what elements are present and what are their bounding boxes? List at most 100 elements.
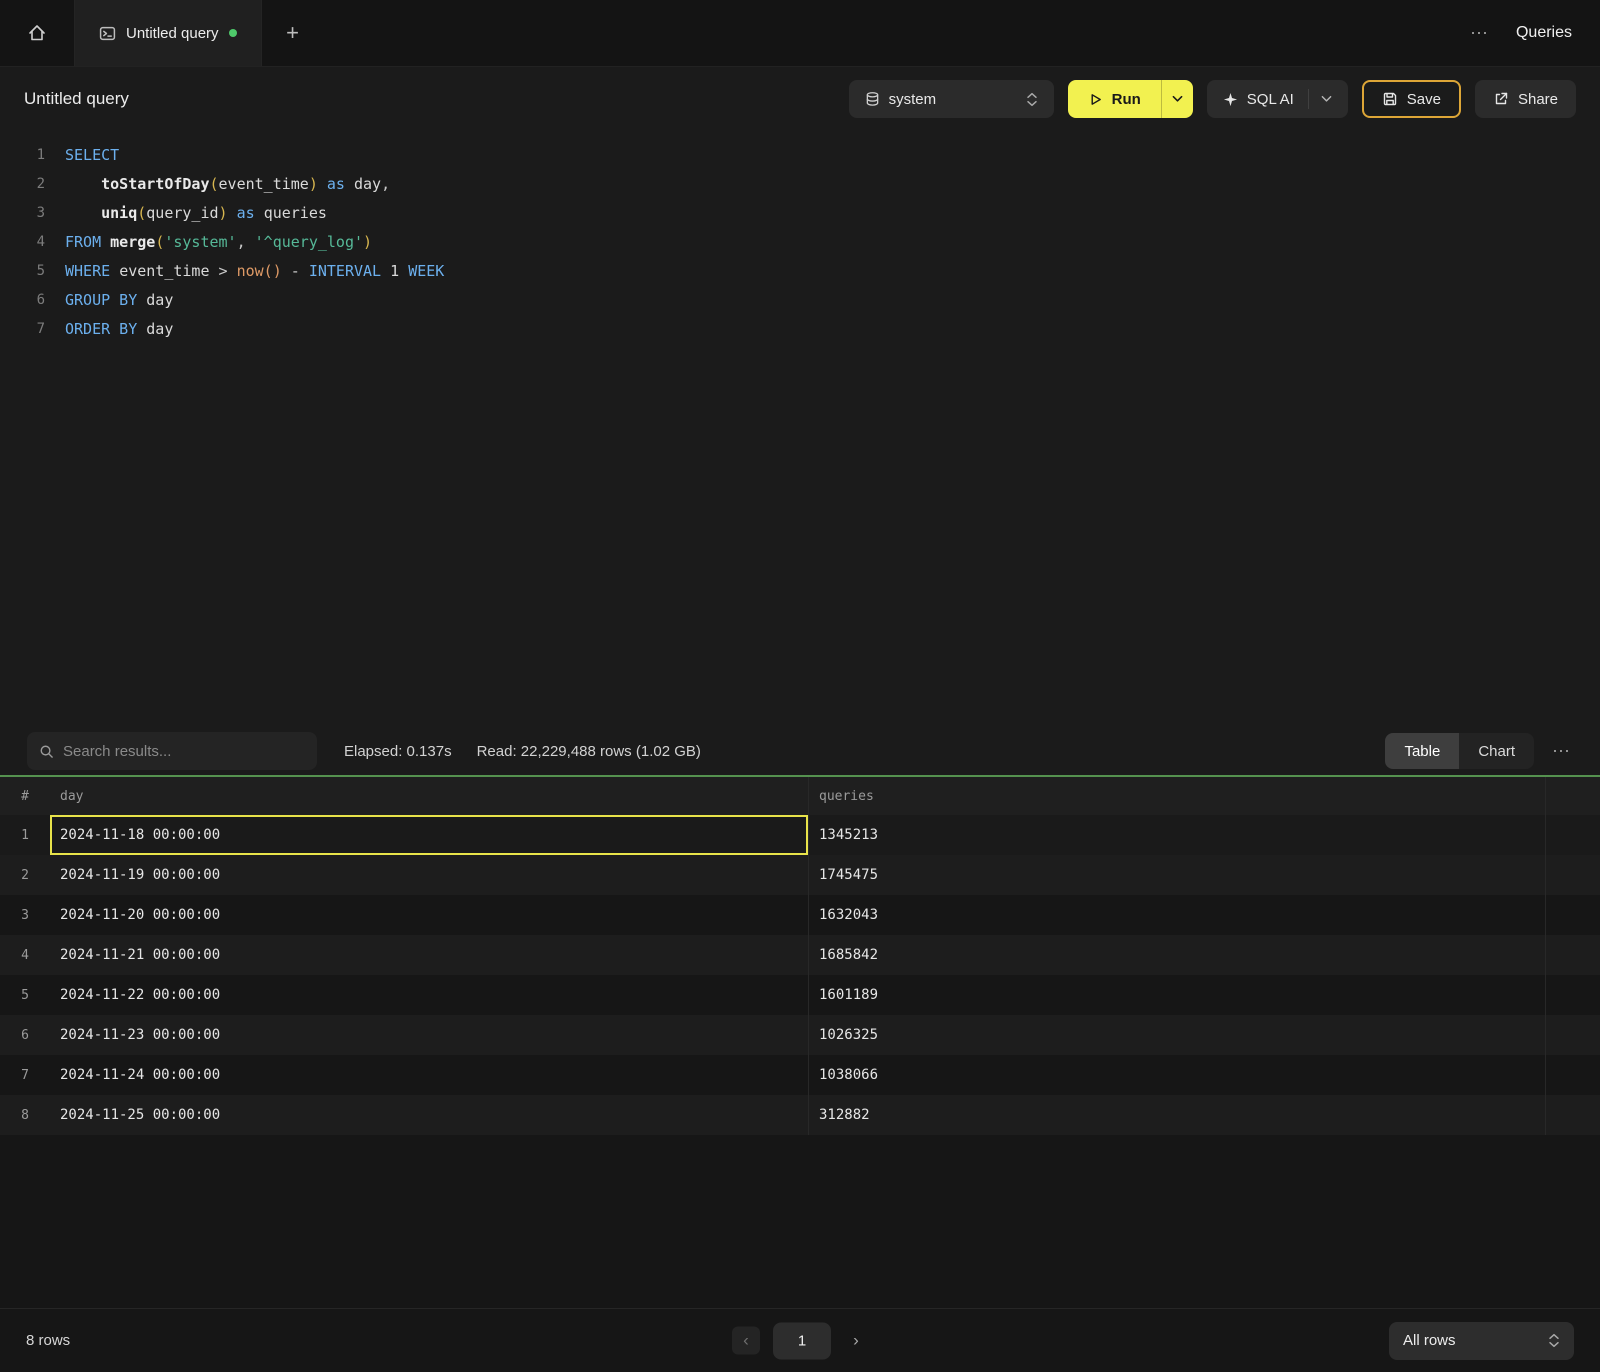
header-gutter	[1545, 777, 1600, 815]
code-line[interactable]: 5WHERE event_time > now() - INTERVAL 1 W…	[0, 257, 1600, 286]
cell-day[interactable]: 2024-11-19 00:00:00	[50, 855, 808, 895]
cell-day[interactable]: 2024-11-18 00:00:00	[50, 815, 808, 855]
table-row[interactable]: 52024-11-22 00:00:001601189	[0, 975, 1600, 1015]
current-page-button[interactable]: 1	[773, 1322, 831, 1359]
cell-queries[interactable]: 1026325	[808, 1015, 1545, 1055]
code-line[interactable]: 1 SELECT	[0, 141, 1600, 170]
sql-ai-button[interactable]: SQL AI	[1207, 80, 1348, 118]
sql-ai-divider	[1308, 89, 1309, 109]
code-line[interactable]: 6 GROUP BY day	[0, 286, 1600, 315]
code-line[interactable]: 7ORDER BY day	[0, 315, 1600, 344]
queries-link[interactable]: Queries	[1516, 24, 1572, 42]
view-toggle-table[interactable]: Table	[1385, 733, 1459, 769]
run-button-group: Run	[1068, 80, 1193, 118]
code-text: toStartOfDay(event_time) as day,	[65, 170, 390, 199]
line-number: 6	[0, 286, 45, 315]
chevron-down-icon	[1172, 95, 1183, 103]
table-row[interactable]: 82024-11-25 00:00:00312882	[0, 1095, 1600, 1135]
header-day[interactable]: day	[50, 777, 808, 815]
table-row[interactable]: 62024-11-23 00:00:001026325	[0, 1015, 1600, 1055]
database-selector[interactable]: system	[849, 80, 1054, 118]
query-title: Untitled query	[24, 89, 129, 109]
line-number: 1	[0, 141, 45, 170]
home-icon	[27, 23, 47, 43]
run-button[interactable]: Run	[1068, 80, 1161, 118]
code-line[interactable]: 3 uniq(query_id) as queries	[0, 199, 1600, 228]
elapsed-stat: Elapsed: 0.137s	[344, 743, 452, 760]
code-lines: 1SELECT2 toStartOfDay(event_time) as day…	[0, 141, 1600, 344]
view-toggle: Table Chart	[1385, 733, 1534, 769]
row-gutter	[1545, 975, 1600, 1015]
table-row[interactable]: 72024-11-24 00:00:001038066	[0, 1055, 1600, 1095]
table-row[interactable]: 22024-11-19 00:00:001745475	[0, 855, 1600, 895]
cell-queries[interactable]: 1745475	[808, 855, 1545, 895]
view-toggle-chart[interactable]: Chart	[1459, 733, 1534, 769]
rows-per-page-value: All rows	[1403, 1332, 1456, 1349]
cell-queries[interactable]: 1345213	[808, 815, 1545, 855]
tab-overflow-button[interactable]: ⋯	[1470, 23, 1490, 44]
results-footer: 8 rows ‹ 1 › All rows	[0, 1308, 1600, 1372]
row-gutter	[1545, 1095, 1600, 1135]
cell-day[interactable]: 2024-11-25 00:00:00	[50, 1095, 808, 1135]
sparkle-icon	[1223, 92, 1238, 107]
search-results-box[interactable]	[27, 732, 317, 770]
rows-per-page-select[interactable]: All rows	[1389, 1322, 1574, 1360]
share-button-label: Share	[1518, 91, 1558, 108]
code-text: SELECT	[65, 141, 119, 170]
row-index: 8	[0, 1095, 50, 1135]
search-results-input[interactable]	[63, 743, 305, 760]
code-line[interactable]: 2 toStartOfDay(event_time) as day,	[0, 170, 1600, 199]
row-gutter	[1545, 935, 1600, 975]
row-gutter	[1545, 895, 1600, 935]
cell-queries[interactable]: 1601189	[808, 975, 1545, 1015]
tab-untitled-query[interactable]: Untitled query	[75, 0, 262, 66]
pagination: ‹ 1 ›	[732, 1322, 868, 1359]
table-row[interactable]: 32024-11-20 00:00:001632043	[0, 895, 1600, 935]
cell-queries[interactable]: 1632043	[808, 895, 1545, 935]
results-table-header: # day queries	[0, 777, 1600, 815]
code-line[interactable]: 4 FROM merge('system', '^query_log')	[0, 228, 1600, 257]
prev-page-button[interactable]: ‹	[732, 1327, 760, 1355]
cell-queries[interactable]: 1685842	[808, 935, 1545, 975]
cell-queries[interactable]: 312882	[808, 1095, 1545, 1135]
row-index: 3	[0, 895, 50, 935]
sql-editor[interactable]: 1SELECT2 toStartOfDay(event_time) as day…	[0, 131, 1600, 727]
row-gutter	[1545, 815, 1600, 855]
cell-day[interactable]: 2024-11-21 00:00:00	[50, 935, 808, 975]
cell-day[interactable]: 2024-11-23 00:00:00	[50, 1015, 808, 1055]
run-options-button[interactable]	[1161, 80, 1193, 118]
results-more-button[interactable]: ⋯	[1548, 741, 1576, 762]
row-gutter	[1545, 1055, 1600, 1095]
code-text: FROM merge('system', '^query_log')	[65, 228, 372, 257]
line-number: 4	[0, 228, 45, 257]
row-index: 2	[0, 855, 50, 895]
save-button[interactable]: Save	[1362, 80, 1461, 118]
table-row[interactable]: 42024-11-21 00:00:001685842	[0, 935, 1600, 975]
cell-day[interactable]: 2024-11-20 00:00:00	[50, 895, 808, 935]
search-icon	[39, 744, 54, 759]
query-console-icon	[99, 25, 116, 42]
row-index: 7	[0, 1055, 50, 1095]
home-button[interactable]	[0, 0, 75, 66]
code-text: ORDER BY day	[65, 315, 173, 344]
unsaved-indicator-dot	[229, 29, 237, 37]
header-queries[interactable]: queries	[808, 777, 1545, 815]
tabbar-right-group: ⋯ Queries	[1470, 0, 1600, 66]
read-stat: Read: 22,229,488 rows (1.02 GB)	[477, 743, 701, 760]
next-page-button[interactable]: ›	[844, 1327, 868, 1355]
row-index: 4	[0, 935, 50, 975]
row-gutter	[1545, 855, 1600, 895]
code-text: GROUP BY day	[65, 286, 173, 315]
new-tab-button[interactable]: +	[262, 0, 324, 66]
table-row[interactable]: 12024-11-18 00:00:001345213	[0, 815, 1600, 855]
line-number: 2	[0, 170, 45, 199]
play-icon	[1088, 92, 1103, 107]
cell-day[interactable]: 2024-11-22 00:00:00	[50, 975, 808, 1015]
row-index: 1	[0, 815, 50, 855]
share-button[interactable]: Share	[1475, 80, 1576, 118]
cell-day[interactable]: 2024-11-24 00:00:00	[50, 1055, 808, 1095]
chevron-down-icon	[1321, 95, 1332, 103]
cell-queries[interactable]: 1038066	[808, 1055, 1545, 1095]
code-text: uniq(query_id) as queries	[65, 199, 327, 228]
tab-bar: Untitled query + ⋯ Queries	[0, 0, 1600, 67]
